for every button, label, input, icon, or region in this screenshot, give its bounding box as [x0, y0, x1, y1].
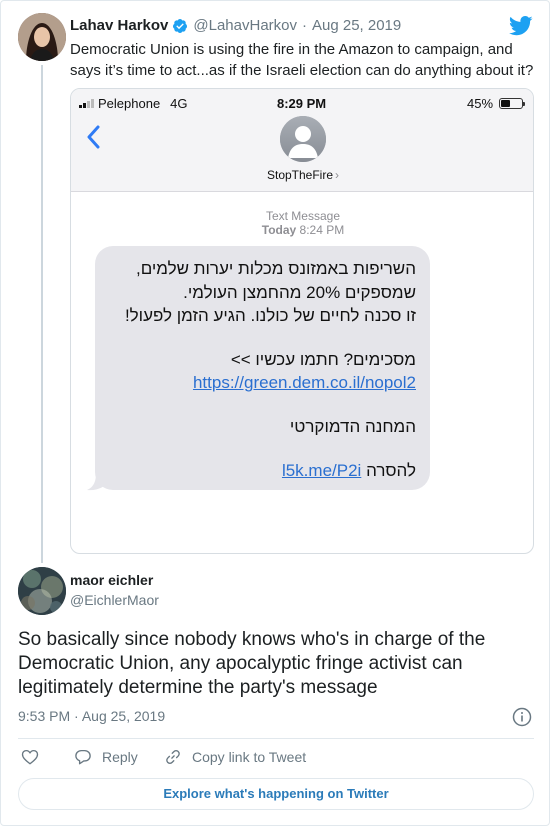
tweet-card: Lahav Harkov @LahavHarkov · Aug 25, 2019…	[0, 0, 550, 826]
reply-author-name[interactable]: maor eichler	[70, 572, 153, 588]
actions-divider	[18, 738, 534, 739]
status-battery: 45%	[467, 96, 526, 111]
parent-tweet-text: Democratic Union is using the fire in th…	[70, 41, 534, 79]
reply-author-avatar[interactable]	[18, 567, 66, 615]
back-chevron-icon	[87, 125, 100, 149]
message-timestamp: Today 8:24 PM	[71, 223, 533, 237]
reply-date: Aug 25, 2019	[81, 708, 166, 724]
reply-separator: ·	[74, 708, 79, 724]
reply-time: 9:53 PM	[18, 708, 71, 724]
signal-bars-icon	[79, 99, 94, 108]
thread-connector	[41, 65, 43, 563]
battery-icon	[499, 98, 526, 109]
parent-tweet-header: Lahav Harkov @LahavHarkov · Aug 25, 2019	[70, 17, 401, 34]
carrier-name: Pelephone	[98, 96, 161, 111]
author-handle[interactable]: @LahavHarkov	[193, 17, 297, 34]
contact-name-text: StopTheFire	[266, 168, 334, 182]
sms-unsubscribe-label: להסרה	[366, 461, 416, 480]
contact-chevron: ›	[335, 168, 340, 182]
message-day: Today	[261, 223, 297, 237]
reply-tweet-text: So basically since nobody knows who's in…	[18, 629, 486, 698]
tweet-date[interactable]: Aug 25, 2019	[312, 17, 401, 34]
sms-line: השריפות באמזונס מכלות יערות שלמים,	[135, 259, 416, 278]
battery-percent: 45%	[467, 96, 494, 111]
reply-button[interactable]: Reply	[74, 748, 138, 766]
sms-unsubscribe-line: להסרה l5k.me/P2i	[282, 461, 416, 481]
author-avatar[interactable]	[18, 13, 66, 61]
reply-timestamp[interactable]: 9:53 PM · Aug 25, 2019	[18, 708, 165, 724]
copy-link-button[interactable]: Copy link to Tweet	[164, 748, 306, 766]
verified-badge-icon	[173, 18, 188, 33]
contact-avatar-icon	[280, 116, 326, 162]
reply-bubble-icon	[75, 749, 91, 765]
sms-bubble: השריפות באמזונס מכלות יערות שלמים, שמספק…	[95, 246, 430, 490]
twitter-bird-icon[interactable]	[509, 15, 533, 37]
status-carrier: Pelephone 4G	[79, 96, 188, 111]
attached-screenshot[interactable]: Pelephone 4G 8:29 PM 45% StopTheFire › T…	[70, 88, 534, 554]
network-type: 4G	[170, 96, 188, 111]
message-type-label: Text Message	[265, 209, 341, 223]
sms-signup-link[interactable]: https://green.dem.co.il/nopol2	[193, 373, 416, 393]
message-time: 8:24 PM	[299, 223, 345, 237]
status-time: 8:29 PM	[277, 96, 327, 111]
author-name[interactable]: Lahav Harkov	[70, 17, 168, 34]
explore-twitter-button[interactable]: Explore what's happening on Twitter	[18, 778, 534, 810]
copy-link-label: Copy link to Tweet	[192, 749, 307, 765]
link-icon	[166, 750, 180, 764]
reply-label: Reply	[102, 749, 138, 765]
like-button[interactable]	[21, 748, 49, 766]
sms-line: זו סכנה לחיים של כולנו. הגיע הזמן לפעול!	[124, 306, 416, 325]
info-icon[interactable]	[512, 707, 532, 727]
sms-line: מסכימים? חתמו עכשיו >>	[230, 350, 416, 369]
heart-icon	[21, 749, 39, 765]
reply-author-handle[interactable]: @EichlerMaor	[70, 592, 159, 608]
sms-line: המחנה הדמוקרטי	[289, 417, 416, 436]
sms-line: שמספקים 20% מהחמצן העולמי.	[183, 283, 416, 302]
imessage-header: Pelephone 4G 8:29 PM 45% StopTheFire ›	[71, 89, 533, 192]
header-separator: ·	[302, 17, 307, 34]
contact-name: StopTheFire ›	[71, 168, 533, 182]
sms-unsubscribe-link[interactable]: l5k.me/P2i	[282, 461, 361, 480]
